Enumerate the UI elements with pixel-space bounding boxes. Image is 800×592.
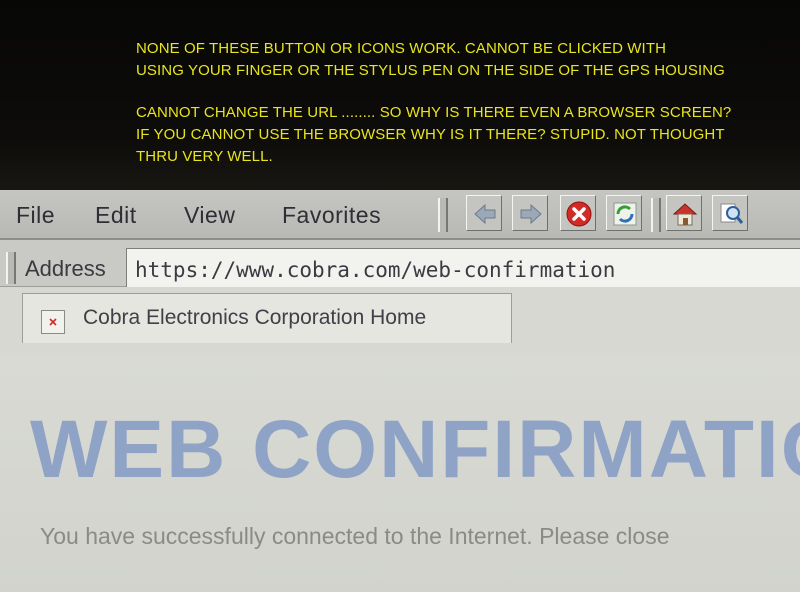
page-body-text: You have successfully connected to the I… (40, 523, 670, 549)
address-bar: Address https://www.cobra.com/web-confir… (0, 240, 800, 288)
annotation-line-2: USING YOUR FINGER OR THE STYLUS PEN ON T… (136, 62, 725, 79)
annotation-overlay: NONE OF THESE BUTTON OR ICONS WORK. CANN… (0, 0, 800, 196)
address-grip[interactable] (6, 252, 16, 284)
back-button[interactable] (466, 195, 502, 231)
menu-file[interactable]: File (16, 202, 55, 229)
page-heading: WEB CONFIRMATIO (30, 404, 800, 495)
annotation-line-5: THRU VERY WELL. (136, 148, 273, 165)
address-label: Address (25, 256, 106, 281)
browser-window: File Edit View Favorites Address https:/… (0, 190, 800, 592)
stop-button[interactable] (560, 195, 596, 231)
tab-cobra-home[interactable]: Cobra Electronics Corporation Home (22, 293, 512, 343)
menu-edit[interactable]: Edit (95, 202, 137, 229)
back-arrow-icon (474, 203, 496, 225)
forward-arrow-icon (520, 203, 542, 225)
annotation-line-4: IF YOU CANNOT USE THE BROWSER WHY IS IT … (136, 126, 725, 143)
annotation-line-3: CANNOT CHANGE THE URL ........ SO WHY IS… (136, 104, 732, 121)
search-icon (720, 203, 744, 224)
refresh-icon (613, 202, 637, 226)
home-icon (672, 203, 698, 226)
toolbar-grip-2[interactable] (651, 198, 661, 232)
broken-image-icon (41, 310, 65, 334)
tab-bar: Cobra Electronics Corporation Home (0, 287, 800, 353)
menu-view[interactable]: View (184, 202, 235, 229)
stop-icon (566, 201, 592, 227)
search-button[interactable] (712, 195, 748, 231)
tab-title: Cobra Electronics Corporation Home (83, 306, 427, 329)
annotation-line-1: NONE OF THESE BUTTON OR ICONS WORK. CANN… (136, 40, 667, 57)
page-content: WEB CONFIRMATIO You have successfully co… (0, 353, 800, 592)
toolbar-grip[interactable] (438, 198, 448, 232)
url-input[interactable]: https://www.cobra.com/web-confirmation (126, 248, 800, 288)
home-button[interactable] (666, 195, 702, 231)
menu-favorites[interactable]: Favorites (282, 202, 381, 229)
refresh-button[interactable] (606, 195, 642, 231)
forward-button[interactable] (512, 195, 548, 231)
menu-toolbar: File Edit View Favorites (0, 190, 800, 240)
